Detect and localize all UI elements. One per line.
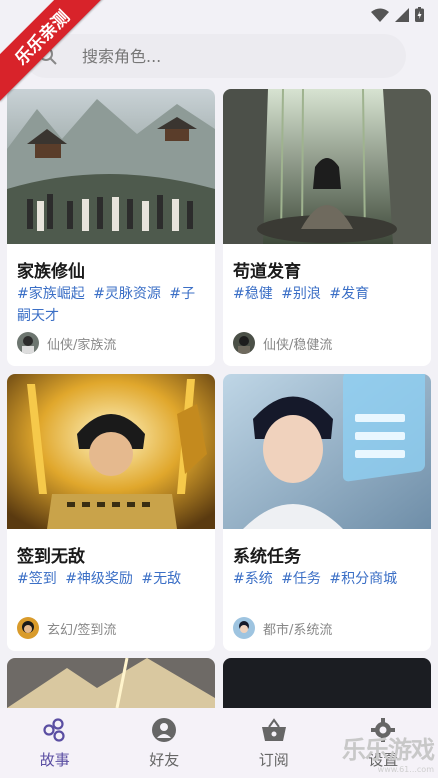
card-title: 系统任务: [233, 547, 301, 567]
story-card-peek[interactable]: [7, 658, 215, 708]
tab-friends[interactable]: 好友: [110, 708, 220, 778]
tab-story[interactable]: 故事: [0, 708, 110, 778]
card-title: 苟道发育: [233, 262, 301, 282]
card-tags: #家族崛起 #灵脉资源 #子嗣天才: [17, 283, 207, 327]
battery-icon: [415, 7, 424, 22]
card-genre: 仙侠/稳健流: [263, 337, 333, 353]
avatar: [17, 332, 39, 354]
story-card-signin[interactable]: 签到无敌 #签到 #神级奖励 #无敌 玄幻/签到流: [7, 374, 215, 651]
story-card-cautious[interactable]: 苟道发育 #稳健 #别浪 #发育 仙侠/稳健流: [223, 89, 431, 366]
avatar: [233, 617, 255, 639]
watermark: 乐乐游戏 www.61...com: [342, 730, 435, 774]
test-ribbon: 乐乐亲测: [0, 0, 110, 110]
tab-label: 订阅: [258, 750, 289, 769]
card-image: [223, 89, 431, 244]
watermark-text: 乐乐游戏: [342, 736, 435, 764]
search-input[interactable]: [82, 46, 362, 66]
card-tags: #签到 #神级奖励 #无敌: [17, 568, 207, 590]
tab-label: 故事: [39, 750, 70, 769]
tab-label: 好友: [149, 750, 180, 769]
tag[interactable]: #稳健: [233, 286, 273, 302]
avatar: [233, 332, 255, 354]
avatar: [17, 617, 39, 639]
card-meta: 都市/系统流: [233, 617, 332, 639]
ribbon-text: 乐乐亲测: [0, 0, 106, 102]
card-tags: #系统 #任务 #积分商城: [233, 568, 423, 590]
tab-subscribe[interactable]: 订阅: [219, 708, 329, 778]
card-image: [7, 89, 215, 244]
tag[interactable]: #别浪: [281, 286, 321, 302]
card-image: [223, 374, 431, 529]
card-meta: 仙侠/家族流: [17, 332, 116, 354]
card-image: [7, 374, 215, 529]
tag[interactable]: #签到: [17, 571, 57, 587]
card-title: 家族修仙: [17, 262, 85, 282]
tag[interactable]: #神级奖励: [65, 571, 133, 587]
tag[interactable]: #家族崛起: [17, 286, 85, 302]
tag[interactable]: #任务: [281, 571, 321, 587]
story-card-peek[interactable]: [223, 658, 431, 708]
tag[interactable]: #积分商城: [329, 571, 397, 587]
card-meta: 玄幻/签到流: [17, 617, 116, 639]
tag[interactable]: #灵脉资源: [93, 286, 161, 302]
card-genre: 玄幻/签到流: [47, 622, 117, 638]
basket-icon: [261, 717, 286, 741]
card-genre: 仙侠/家族流: [47, 337, 117, 353]
card-tags: #稳健 #别浪 #发育: [233, 283, 423, 305]
signal-icon: [395, 7, 409, 22]
tag[interactable]: #发育: [329, 286, 369, 302]
person-icon: [152, 717, 177, 742]
story-icon: [43, 717, 65, 742]
story-card-system[interactable]: 系统任务 #系统 #任务 #积分商城 都市/系统流: [223, 374, 431, 651]
tag[interactable]: #无敌: [141, 571, 181, 587]
card-genre: 都市/系统流: [263, 622, 333, 638]
watermark-url: www.61...com: [377, 765, 434, 774]
card-title: 签到无敌: [17, 547, 85, 567]
story-card-family[interactable]: 家族修仙 #家族崛起 #灵脉资源 #子嗣天才 仙侠/家族流: [7, 89, 215, 366]
tag[interactable]: #系统: [233, 571, 273, 587]
wifi-icon: [371, 8, 389, 22]
card-meta: 仙侠/稳健流: [233, 332, 332, 354]
